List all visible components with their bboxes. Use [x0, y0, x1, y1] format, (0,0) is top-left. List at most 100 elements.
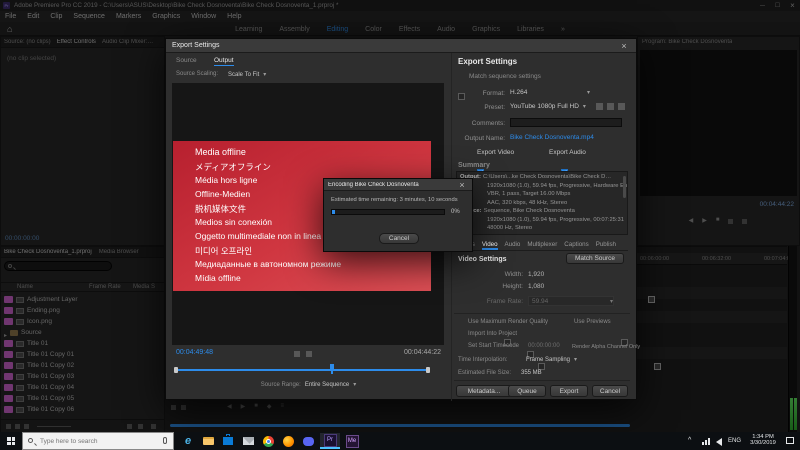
encoding-progress-fill: [332, 210, 335, 214]
file-explorer-icon[interactable]: [200, 433, 216, 449]
preview-current-timecode: 00:04:49:48: [176, 349, 213, 356]
width-value[interactable]: 1,920: [528, 271, 544, 278]
export-audio-label: Export Audio: [549, 149, 586, 156]
media-offline-text: Media offline: [195, 147, 246, 157]
encoding-percent: 0%: [451, 209, 460, 215]
preset-label: Preset:: [453, 104, 505, 111]
encoding-dialog-titlebar[interactable]: Encoding Bike Check Dosnoventa: [324, 179, 472, 191]
set-start-timecode-label: Set Start Timecode: [468, 343, 519, 349]
video-settings-header: Video Settings: [458, 256, 507, 263]
preset-dropdown[interactable]: YouTube 1080p Full HD: [510, 103, 586, 110]
media-encoder-icon[interactable]: Me: [344, 433, 360, 449]
preview-duration-timecode: 00:04:44:22: [366, 349, 441, 356]
media-offline-text: Offline-Medien: [195, 189, 250, 199]
height-label: Height:: [453, 283, 523, 290]
format-label: Format:: [453, 90, 505, 97]
close-icon[interactable]: [618, 41, 630, 51]
range-out-handle[interactable]: [426, 367, 430, 373]
tray-chevron-icon[interactable]: ^: [688, 437, 691, 444]
network-icon[interactable]: [702, 438, 711, 445]
source-range-label: Source Range:: [261, 382, 301, 388]
preview-zoom-icon[interactable]: [306, 351, 312, 357]
output-name-label: Output Name:: [453, 135, 505, 142]
cancel-button[interactable]: Cancel: [592, 385, 628, 397]
close-icon[interactable]: [456, 180, 468, 190]
tab-captions[interactable]: Captions: [564, 239, 588, 250]
tray-language[interactable]: ENG: [728, 438, 741, 444]
microphone-icon[interactable]: [163, 437, 167, 444]
preview-settings-icon[interactable]: [294, 351, 300, 357]
export-tabs: Effects Video Audio Multiplexer Captions…: [456, 239, 628, 251]
tray-clock[interactable]: 1:34 PM 3/30/2019: [744, 434, 782, 446]
tab-source-preview[interactable]: Source: [176, 57, 197, 64]
encoding-progress-bar: [331, 209, 445, 215]
search-icon-handle: [34, 443, 37, 446]
source-scaling-dropdown[interactable]: Scale To Fit: [228, 71, 266, 78]
delete-preset-icon[interactable]: [618, 103, 625, 110]
export-settings-header: Export Settings: [458, 57, 517, 66]
export-button[interactable]: Export: [550, 385, 588, 397]
media-offline-text: メディアオフライン: [195, 161, 271, 173]
range-in-handle[interactable]: [174, 367, 178, 373]
render-alpha-checkbox[interactable]: [654, 363, 661, 370]
match-sequence-label: Match sequence settings: [469, 73, 541, 80]
preview-seek-bar[interactable]: [176, 366, 428, 374]
metadata-button[interactable]: Metadata...: [456, 385, 512, 397]
discord-icon[interactable]: [300, 433, 316, 449]
volume-icon[interactable]: [716, 438, 722, 446]
time-interpolation-dropdown[interactable]: Frame Sampling: [526, 356, 577, 363]
start-button[interactable]: [0, 432, 22, 450]
output-name-link[interactable]: Bike Check Dosnoventa.mp4: [510, 134, 594, 141]
tab-output-preview[interactable]: Output: [214, 57, 234, 66]
chrome-icon[interactable]: [260, 433, 276, 449]
premiere-taskbar-icon[interactable]: Pr: [320, 433, 340, 449]
import-preset-icon[interactable]: [607, 103, 614, 110]
media-offline-text: Mídia offline: [195, 273, 241, 283]
format-dropdown[interactable]: H.264: [510, 89, 590, 96]
media-offline-text: 脱机媒体文件: [195, 203, 246, 215]
mail-icon[interactable]: [240, 433, 256, 449]
summary-output-detail: AAC, 320 kbps, 48 kHz, Stereo: [487, 200, 567, 206]
action-center-icon[interactable]: [786, 437, 794, 444]
summary-output-path: C:\Users\...ke Check Dosnoventa\Bike Che…: [483, 174, 613, 180]
media-offline-text: 미디어 오프라인: [195, 245, 252, 257]
set-start-timecode-checkbox[interactable]: [538, 363, 545, 370]
media-offline-text: Medios sin conexión: [195, 217, 272, 227]
tray-date: 3/30/2019: [744, 440, 782, 446]
summary-header: Summary: [458, 162, 490, 169]
height-value[interactable]: 1,080: [528, 283, 544, 290]
use-previews-label: Use Previews: [574, 319, 611, 325]
search-icon: [28, 438, 33, 443]
render-alpha-label: Render Alpha Channel Only: [572, 344, 640, 350]
export-video-label: Export Video: [477, 149, 514, 156]
media-offline-text: Média hors ligne: [195, 175, 257, 185]
search-input[interactable]: [40, 438, 150, 445]
encoding-cancel-button[interactable]: Cancel: [379, 233, 419, 244]
max-render-quality-label: Use Maximum Render Quality: [468, 319, 548, 325]
frame-rate-dropdown: 59.94: [528, 296, 614, 306]
summary-output-detail: VBR, 1 pass, Target 16.00 Mbps: [487, 191, 570, 197]
tab-audio[interactable]: Audio: [505, 239, 521, 250]
start-timecode-value[interactable]: 00:00:00:00: [528, 343, 560, 349]
queue-button[interactable]: Queue: [508, 385, 546, 397]
source-range-dropdown[interactable]: Entire Sequence: [305, 381, 356, 388]
tab-publish[interactable]: Publish: [596, 239, 616, 250]
firefox-icon[interactable]: [280, 433, 296, 449]
tab-multiplexer[interactable]: Multiplexer: [527, 239, 557, 250]
summary-box[interactable]: Output: C:\Users\...ke Check Dosnoventa\…: [456, 171, 628, 235]
encoding-status-text: Estimated time remaining: 3 minutes, 10 …: [331, 197, 467, 203]
export-dialog-title: Export Settings: [172, 42, 219, 49]
media-offline-text: Oggetto multimediale non in linea: [195, 231, 321, 241]
summary-scrollbar[interactable]: [623, 176, 626, 198]
save-preset-icon[interactable]: [596, 103, 603, 110]
summary-source-detail: 1920x1080 (1.0), 59.94 fps, Progressive,…: [487, 217, 624, 223]
comments-input[interactable]: [510, 118, 622, 127]
edge-icon[interactable]: e: [180, 433, 196, 449]
summary-source-detail: 48000 Hz, Stereo: [487, 225, 532, 231]
export-dialog-titlebar[interactable]: Export Settings: [166, 39, 636, 53]
match-source-button[interactable]: Match Source: [566, 253, 624, 264]
tab-video[interactable]: Video: [482, 239, 498, 250]
taskbar-search-box[interactable]: [22, 432, 174, 450]
store-icon[interactable]: [220, 433, 236, 449]
link-dimensions-checkbox[interactable]: [648, 296, 655, 303]
